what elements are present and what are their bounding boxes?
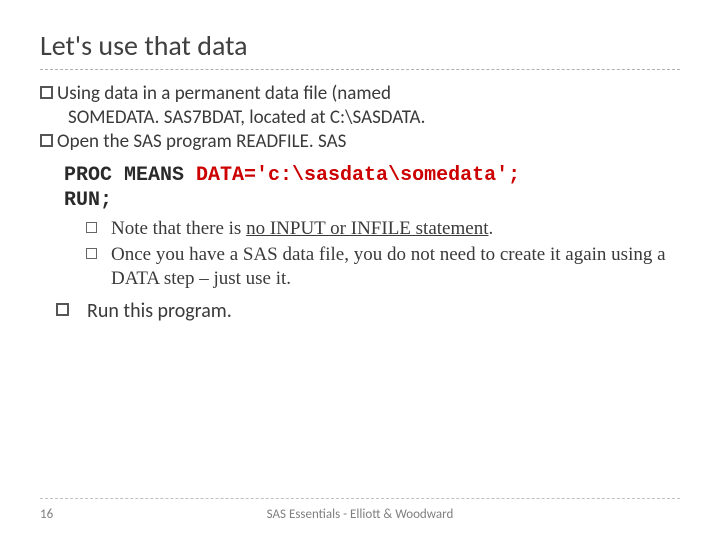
code-line-2: RUN; xyxy=(64,188,680,213)
footer-credit: SAS Essentials - Elliott & Woodward xyxy=(40,507,680,522)
sub-bullet-1: Note that there is no INPUT or INFILE st… xyxy=(86,217,680,241)
square-bullet-icon xyxy=(40,134,53,147)
body-content: Using data in a permanent data file (nam… xyxy=(40,82,680,324)
bullet-2: Open the SAS program READFILE. SAS xyxy=(40,130,680,154)
slide-footer: 16 SAS Essentials - Elliott & Woodward xyxy=(40,498,680,522)
sub-bullet-list: Note that there is no INPUT or INFILE st… xyxy=(86,217,680,290)
run-text: Run this program. xyxy=(87,299,232,324)
code-line-1: PROC MEANS DATA='c:\sasdata\somedata'; xyxy=(64,163,680,188)
title-separator xyxy=(40,69,680,70)
bullet-2-text: Open the SAS program READFILE. SAS xyxy=(57,130,680,154)
bullet-2-rest: the SAS program READFILE. SAS xyxy=(99,130,346,153)
slide-title: Let's use that data xyxy=(40,28,680,63)
code-highlight: DATA='c:\sasdata\somedata'; xyxy=(196,164,520,187)
code-block: PROC MEANS DATA='c:\sasdata\somedata'; R… xyxy=(64,163,680,213)
sub-bullet-2: Once you have a SAS data file, you do no… xyxy=(86,243,680,291)
sub1-part-a: Note that there is xyxy=(111,218,246,239)
square-bullet-icon xyxy=(40,86,53,99)
square-bullet-icon xyxy=(86,248,97,259)
bullet-1-rest: data in a permanent data file (named xyxy=(100,82,391,105)
sub1-underline: no INPUT or INFILE statement xyxy=(246,218,488,239)
sub1-part-b: . xyxy=(488,218,493,239)
square-bullet-icon xyxy=(56,303,69,316)
run-bullet: Run this program. xyxy=(56,299,680,324)
square-bullet-icon xyxy=(86,222,97,233)
bullet-1-line2: SOMEDATA. SAS7BDAT, located at C:\SASDAT… xyxy=(40,106,680,130)
bullet-1: Using data in a permanent data file (nam… xyxy=(40,82,680,106)
code-plain: PROC MEANS xyxy=(64,164,196,187)
footer-separator xyxy=(40,498,680,499)
bullet-1-text: Using data in a permanent data file (nam… xyxy=(57,82,680,106)
sub-bullet-2-text: Once you have a SAS data file, you do no… xyxy=(111,243,680,291)
sub-bullet-1-text: Note that there is no INPUT or INFILE st… xyxy=(111,217,680,241)
bullet-2-prefix: Open xyxy=(57,130,99,153)
bullet-1-prefix: Using xyxy=(57,82,100,105)
